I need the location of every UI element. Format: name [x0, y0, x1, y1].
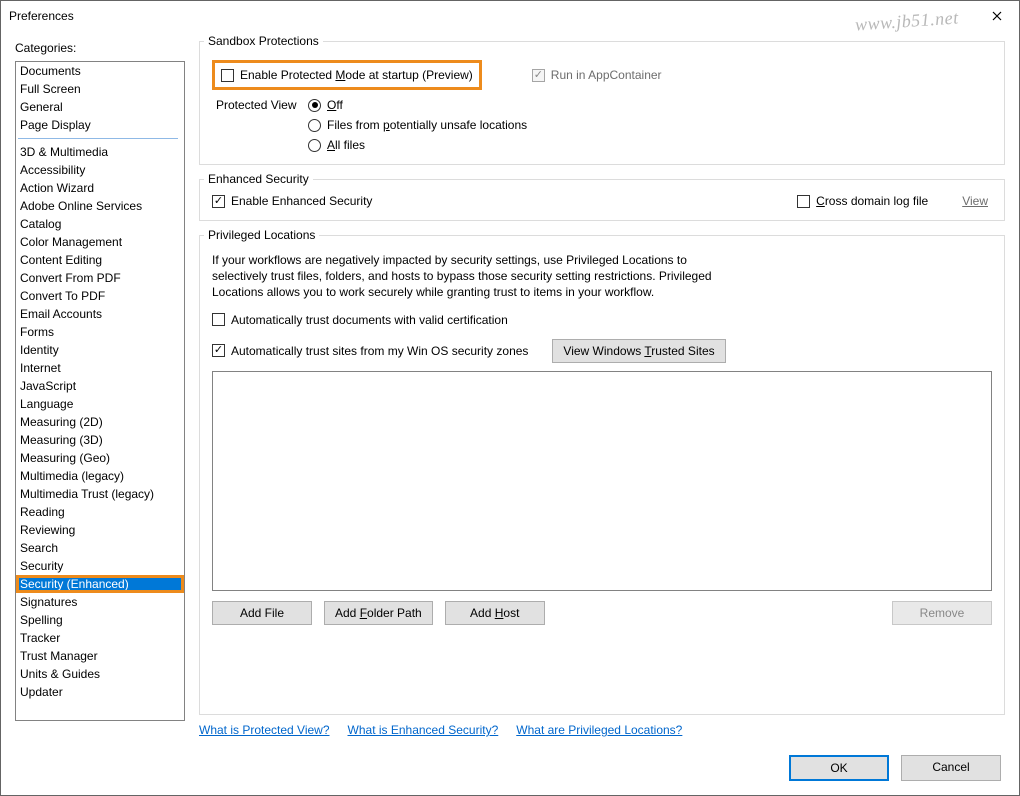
category-item[interactable]: Convert From PDF	[16, 269, 184, 287]
category-item[interactable]: Identity	[16, 341, 184, 359]
sandbox-group: Sandbox Protections Enable Protected Mod…	[199, 41, 1005, 165]
category-item[interactable]: Tracker	[16, 629, 184, 647]
category-item[interactable]: Measuring (2D)	[16, 413, 184, 431]
category-item[interactable]: Forms	[16, 323, 184, 341]
protected-view-label: Protected View	[212, 98, 300, 152]
category-item[interactable]: Measuring (3D)	[16, 431, 184, 449]
protected-mode-checkbox[interactable]	[221, 69, 234, 82]
cross-domain-checkbox[interactable]	[797, 195, 810, 208]
category-item[interactable]: Trust Manager	[16, 647, 184, 665]
category-item[interactable]: Search	[16, 539, 184, 557]
category-divider	[18, 138, 178, 139]
pv-unsafe-row[interactable]: Files from potentially unsafe locations	[308, 118, 527, 132]
category-item[interactable]: Page Display	[16, 116, 184, 134]
help-privileged-locations-link[interactable]: What are Privileged Locations?	[516, 723, 682, 737]
category-item[interactable]: Security	[16, 557, 184, 575]
category-item[interactable]: Signatures	[16, 593, 184, 611]
category-item[interactable]: Reviewing	[16, 521, 184, 539]
close-button[interactable]	[974, 1, 1019, 31]
category-item[interactable]: Language	[16, 395, 184, 413]
category-item[interactable]: Reading	[16, 503, 184, 521]
ok-button[interactable]: OK	[789, 755, 889, 781]
category-item[interactable]: Full Screen	[16, 80, 184, 98]
category-item[interactable]: Email Accounts	[16, 305, 184, 323]
cancel-button[interactable]: Cancel	[901, 755, 1001, 781]
enhanced-security-legend: Enhanced Security	[204, 172, 313, 186]
category-item[interactable]: Catalog	[16, 215, 184, 233]
categories-label: Categories:	[15, 41, 185, 55]
pv-all-radio[interactable]	[308, 139, 321, 152]
pv-unsafe-label: Files from potentially unsafe locations	[327, 118, 527, 132]
protected-mode-highlight: Enable Protected Mode at startup (Previe…	[212, 60, 482, 90]
privileged-legend: Privileged Locations	[204, 228, 319, 242]
category-item[interactable]: Measuring (Geo)	[16, 449, 184, 467]
help-enhanced-security-link[interactable]: What is Enhanced Security?	[348, 723, 499, 737]
cross-domain-row[interactable]: Cross domain log file	[797, 194, 928, 208]
category-item[interactable]: Convert To PDF	[16, 287, 184, 305]
category-item[interactable]: Units & Guides	[16, 665, 184, 683]
help-protected-view-link[interactable]: What is Protected View?	[199, 723, 330, 737]
category-item[interactable]: JavaScript	[16, 377, 184, 395]
privileged-locations-group: Privileged Locations If your workflows a…	[199, 235, 1005, 715]
appcontainer-label: Run in AppContainer	[551, 68, 662, 82]
pv-all-row[interactable]: All files	[308, 138, 527, 152]
privileged-description: If your workflows are negatively impacte…	[212, 252, 712, 301]
window-title: Preferences	[9, 9, 74, 23]
categories-list[interactable]: DocumentsFull ScreenGeneralPage Display 3…	[15, 61, 185, 721]
category-item[interactable]: General	[16, 98, 184, 116]
auto-zones-label: Automatically trust sites from my Win OS…	[231, 344, 528, 358]
category-item[interactable]: 3D & Multimedia	[16, 143, 184, 161]
enable-enhanced-label: Enable Enhanced Security	[231, 194, 372, 208]
auto-zones-row[interactable]: Automatically trust sites from my Win OS…	[212, 344, 528, 358]
privileged-listbox[interactable]	[212, 371, 992, 591]
pv-off-label: Off	[327, 98, 343, 112]
appcontainer-row: Run in AppContainer	[532, 68, 662, 82]
pv-off-radio[interactable]	[308, 99, 321, 112]
pv-unsafe-radio[interactable]	[308, 119, 321, 132]
enable-enhanced-checkbox[interactable]	[212, 195, 225, 208]
pv-all-label: All files	[327, 138, 365, 152]
view-trusted-sites-button[interactable]: View Windows Trusted Sites	[552, 339, 725, 363]
category-item[interactable]: Color Management	[16, 233, 184, 251]
category-item[interactable]: Accessibility	[16, 161, 184, 179]
category-item[interactable]: Internet	[16, 359, 184, 377]
enhanced-security-group: Enhanced Security Enable Enhanced Securi…	[199, 179, 1005, 221]
remove-button: Remove	[892, 601, 992, 625]
auto-cert-label: Automatically trust documents with valid…	[231, 313, 508, 327]
auto-cert-checkbox[interactable]	[212, 313, 225, 326]
appcontainer-checkbox	[532, 69, 545, 82]
category-item[interactable]: Action Wizard	[16, 179, 184, 197]
view-log-link[interactable]: View	[958, 194, 992, 208]
auto-cert-row[interactable]: Automatically trust documents with valid…	[212, 313, 992, 327]
category-item-selected[interactable]: Security (Enhanced)	[16, 575, 184, 593]
category-item[interactable]: Content Editing	[16, 251, 184, 269]
protected-mode-label: Enable Protected Mode at startup (Previe…	[240, 68, 473, 82]
add-file-button[interactable]: Add File	[212, 601, 312, 625]
titlebar: Preferences	[1, 1, 1019, 31]
category-item[interactable]: Updater	[16, 683, 184, 701]
category-item[interactable]: Spelling	[16, 611, 184, 629]
auto-zones-checkbox[interactable]	[212, 344, 225, 357]
category-item[interactable]: Adobe Online Services	[16, 197, 184, 215]
cross-domain-label: Cross domain log file	[816, 194, 928, 208]
category-item[interactable]: Multimedia (legacy)	[16, 467, 184, 485]
category-item[interactable]: Multimedia Trust (legacy)	[16, 485, 184, 503]
add-folder-path-button[interactable]: Add Folder Path	[324, 601, 433, 625]
add-host-button[interactable]: Add Host	[445, 601, 545, 625]
sandbox-legend: Sandbox Protections	[204, 34, 323, 48]
pv-off-row[interactable]: Off	[308, 98, 527, 112]
category-item[interactable]: Documents	[16, 62, 184, 80]
enable-enhanced-row[interactable]: Enable Enhanced Security	[212, 194, 372, 208]
